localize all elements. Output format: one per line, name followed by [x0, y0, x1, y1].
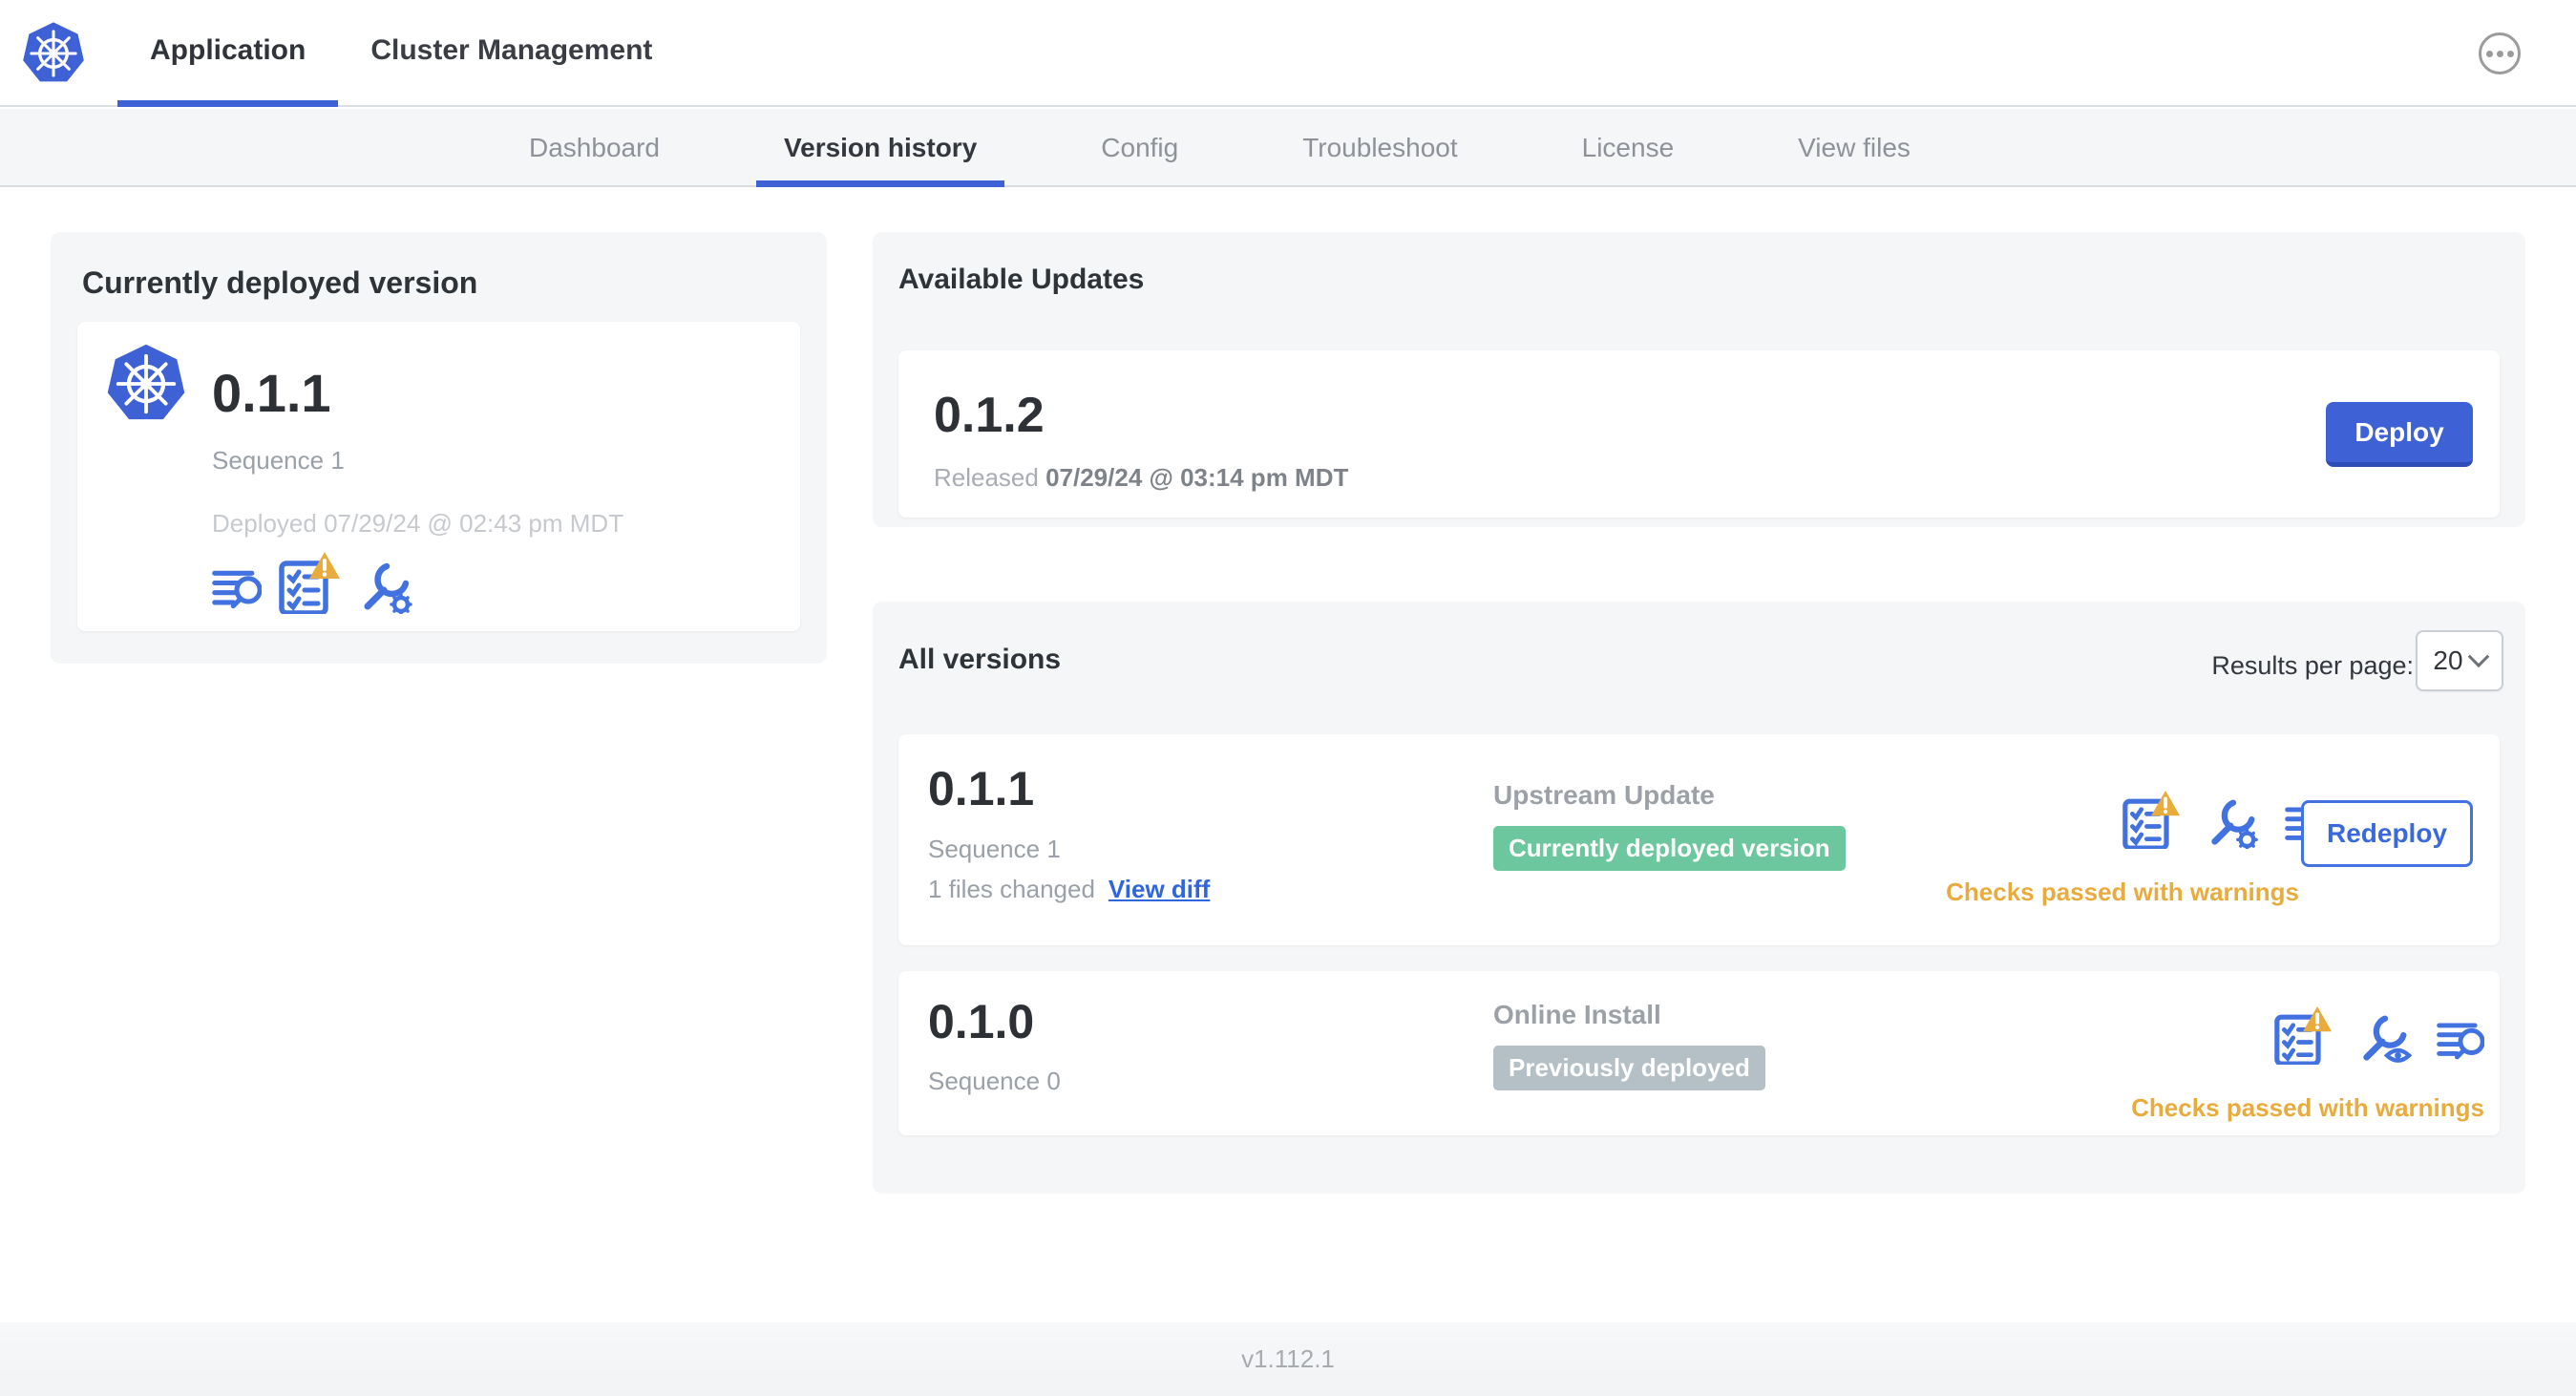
- view-diff-link[interactable]: View diff: [1109, 875, 1210, 903]
- console-version: v1.112.1: [1241, 1344, 1335, 1373]
- currently-deployed-panel: Currently deployed version 0.1.1 Sequenc…: [51, 232, 827, 664]
- version-row-0-1-0: 0.1.0 Sequence 0 Online Install Previous…: [898, 971, 2500, 1135]
- row-files-changed: 1 files changed View diff: [928, 875, 1211, 903]
- previously-deployed-badge: Previously deployed: [1493, 1046, 1765, 1090]
- deployed-version-number: 0.1.1: [212, 363, 331, 423]
- tab-license[interactable]: License: [1554, 109, 1702, 187]
- checks-status-text: Checks passed with warnings: [1946, 878, 2299, 906]
- view-logs-icon[interactable]: [212, 564, 262, 614]
- update-version-number: 0.1.2: [934, 388, 1045, 443]
- kubernetes-app-icon: [105, 343, 187, 425]
- row-sequence: Sequence 1: [928, 835, 1061, 863]
- view-logs-icon[interactable]: [2437, 1017, 2484, 1065]
- deploy-button[interactable]: Deploy: [2326, 402, 2473, 467]
- more-options-button[interactable]: [2479, 32, 2521, 74]
- view-config-icon[interactable]: [2358, 1011, 2412, 1065]
- tab-config[interactable]: Config: [1073, 109, 1206, 187]
- app-subnav: Dashboard Version history Config Trouble…: [0, 109, 2576, 187]
- edit-config-icon[interactable]: [2206, 795, 2260, 849]
- row-version-number: 0.1.1: [928, 762, 1035, 815]
- header-tabs: Application Cluster Management: [117, 0, 685, 107]
- update-released-line: Released 07/29/24 @ 03:14 pm MDT: [934, 463, 1349, 492]
- available-updates-title: Available Updates: [898, 264, 1145, 295]
- tab-cluster-management[interactable]: Cluster Management: [338, 0, 685, 107]
- preflight-checks-warning-icon[interactable]: [279, 551, 342, 614]
- redeploy-button[interactable]: Redeploy: [2301, 800, 2473, 867]
- available-updates-panel: Available Updates 0.1.2 Released 07/29/2…: [873, 232, 2525, 527]
- version-row-0-1-1: 0.1.1 Sequence 1 1 files changed View dif…: [898, 734, 2500, 945]
- tab-view-files[interactable]: View files: [1770, 109, 1938, 187]
- chevron-down-icon: [2467, 645, 2489, 668]
- currently-deployed-title: Currently deployed version: [82, 265, 478, 300]
- currently-deployed-card: 0.1.1 Sequence 1 Deployed 07/29/24 @ 02:…: [77, 322, 800, 631]
- results-per-page-select[interactable]: 20: [2416, 630, 2503, 691]
- checks-status-text: Checks passed with warnings: [2131, 1093, 2484, 1122]
- tab-troubleshoot[interactable]: Troubleshoot: [1275, 109, 1485, 187]
- all-versions-title: All versions: [898, 644, 1062, 675]
- row-version-number: 0.1.0: [928, 995, 1035, 1048]
- tab-dashboard[interactable]: Dashboard: [501, 109, 687, 187]
- app-footer: v1.112.1: [0, 1322, 2576, 1396]
- deployed-timestamp: Deployed 07/29/24 @ 02:43 pm MDT: [212, 509, 624, 538]
- preflight-checks-warning-icon[interactable]: [2122, 790, 2182, 849]
- row-sequence: Sequence 0: [928, 1067, 1061, 1095]
- row-source: Upstream Update: [1493, 780, 1715, 810]
- ellipsis-icon: [2485, 50, 2493, 57]
- deployed-sequence: Sequence 1: [212, 446, 345, 475]
- results-per-page-label: Results per page:: [2211, 651, 2414, 680]
- tab-version-history[interactable]: Version history: [755, 109, 1005, 187]
- row-source: Online Install: [1493, 1000, 1661, 1029]
- all-versions-panel: All versions Results per page: 20 0.1.1 …: [873, 602, 2525, 1194]
- tab-application[interactable]: Application: [117, 0, 339, 107]
- app-header: Application Cluster Management: [0, 0, 2576, 107]
- edit-config-icon[interactable]: [359, 559, 414, 614]
- kubernetes-logo-icon: [21, 21, 86, 84]
- preflight-checks-warning-icon[interactable]: [2274, 1005, 2333, 1065]
- currently-deployed-badge: Currently deployed version: [1493, 826, 1846, 871]
- update-card: 0.1.2 Released 07/29/24 @ 03:14 pm MDT D…: [898, 350, 2500, 518]
